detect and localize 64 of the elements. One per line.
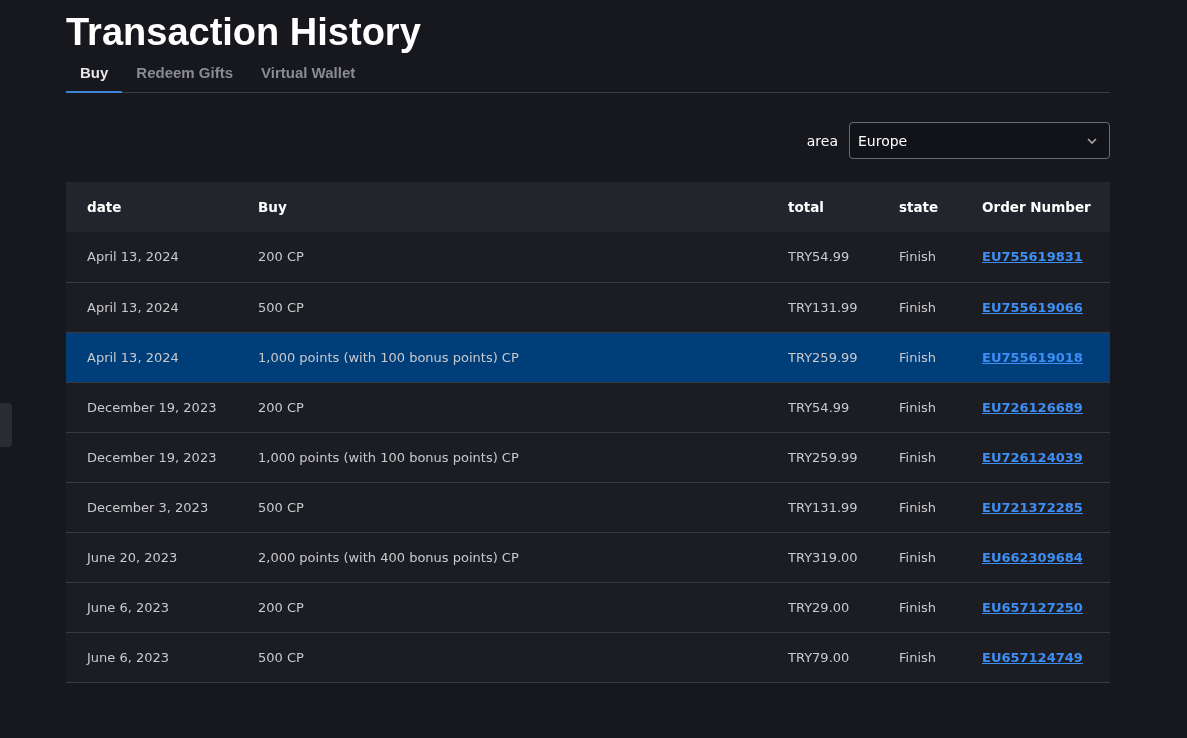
table-row[interactable]: April 13, 2024 200 CP TRY54.99 Finish EU755619831 <box>66 232 1110 282</box>
table-cell: June 6, 2023 <box>66 582 237 632</box>
table-cell: April 13, 2024 <box>66 282 237 332</box>
order-number-link[interactable]: EU657124749 <box>982 649 1083 665</box>
table-cell: TRY79.00 <box>767 632 878 682</box>
table-cell: December 3, 2023 <box>66 482 237 532</box>
table-cell: TRY29.00 <box>767 582 878 632</box>
table-row[interactable]: December 3, 2023 500 CP TRY131.99 Finish EU721372285 <box>66 482 1110 532</box>
column-header: total <box>767 182 878 232</box>
order-number-link[interactable]: EU755619066 <box>982 299 1083 315</box>
table-cell: Finish <box>878 382 961 432</box>
table-cell: Finish <box>878 432 961 482</box>
table-cell: 1,000 points (with 100 bonus points) CP <box>237 432 767 482</box>
table-cell: Finish <box>878 482 961 532</box>
table-cell: Finish <box>878 232 961 282</box>
table-cell: TRY54.99 <box>767 232 878 282</box>
table-cell: December 19, 2023 <box>66 432 237 482</box>
table-cell: Finish <box>878 632 961 682</box>
table-cell: June 6, 2023 <box>66 632 237 682</box>
table-cell: April 13, 2024 <box>66 332 237 382</box>
table-row[interactable]: June 20, 2023 2,000 points (with 400 bonus points) CP TRY319.00 Finish EU662309684 <box>66 532 1110 582</box>
area-dropdown[interactable]: Europe <box>849 122 1110 159</box>
column-header: Buy <box>237 182 767 232</box>
table-cell: 200 CP <box>237 582 767 632</box>
table-cell: 500 CP <box>237 282 767 332</box>
table-cell: TRY319.00 <box>767 532 878 582</box>
order-number-link[interactable]: EU721372285 <box>982 499 1083 515</box>
table-cell: TRY259.99 <box>767 432 878 482</box>
table-row[interactable]: June 6, 2023 200 CP TRY29.00 Finish EU657127250 <box>66 582 1110 632</box>
table-cell: June 20, 2023 <box>66 532 237 582</box>
chevron-down-icon <box>1087 137 1097 144</box>
column-header: state <box>878 182 961 232</box>
column-header: Order Number <box>961 182 1110 232</box>
order-number-link[interactable]: EU755619831 <box>982 249 1083 265</box>
table-cell: TRY54.99 <box>767 382 878 432</box>
table-cell: December 19, 2023 <box>66 382 237 432</box>
order-number-link[interactable]: EU662309684 <box>982 549 1083 565</box>
table-cell: 200 CP <box>237 382 767 432</box>
table-cell: 200 CP <box>237 232 767 282</box>
table-cell: Finish <box>878 532 961 582</box>
table-cell: Finish <box>878 332 961 382</box>
tab[interactable]: Buy <box>66 64 123 93</box>
order-number-link[interactable]: EU657127250 <box>982 599 1083 615</box>
table-cell: April 13, 2024 <box>66 232 237 282</box>
tab[interactable]: Redeem Gifts <box>122 64 248 93</box>
tab[interactable]: Virtual Wallet <box>247 64 370 93</box>
table-cell: 500 CP <box>237 632 767 682</box>
table-row[interactable]: December 19, 2023 1,000 points (with 100 bonus points) CP TRY259.99 Finish EU726124039 <box>66 432 1110 482</box>
table-row[interactable]: December 19, 2023 200 CP TRY54.99 Finish EU726126689 <box>66 382 1110 432</box>
table-cell: 500 CP <box>237 482 767 532</box>
order-number-link[interactable]: EU726124039 <box>982 449 1083 465</box>
table-row[interactable]: June 6, 2023 500 CP TRY79.00 Finish EU657124749 <box>66 632 1110 682</box>
area-label: area <box>806 132 838 149</box>
table-cell: TRY259.99 <box>767 332 878 382</box>
table-cell: Finish <box>878 282 961 332</box>
table-cell: 2,000 points (with 400 bonus points) CP <box>237 532 767 582</box>
page-title: Transaction History <box>66 10 422 54</box>
table-row[interactable]: April 13, 2024 500 CP TRY131.99 Finish EU755619066 <box>66 282 1110 332</box>
table-cell: 1,000 points (with 100 bonus points) CP <box>237 332 767 382</box>
column-header: date <box>66 182 237 232</box>
table-cell: TRY131.99 <box>767 282 878 332</box>
order-number-link[interactable]: EU726126689 <box>982 399 1083 415</box>
table-cell: TRY131.99 <box>767 482 878 532</box>
table-cell: Finish <box>878 582 961 632</box>
